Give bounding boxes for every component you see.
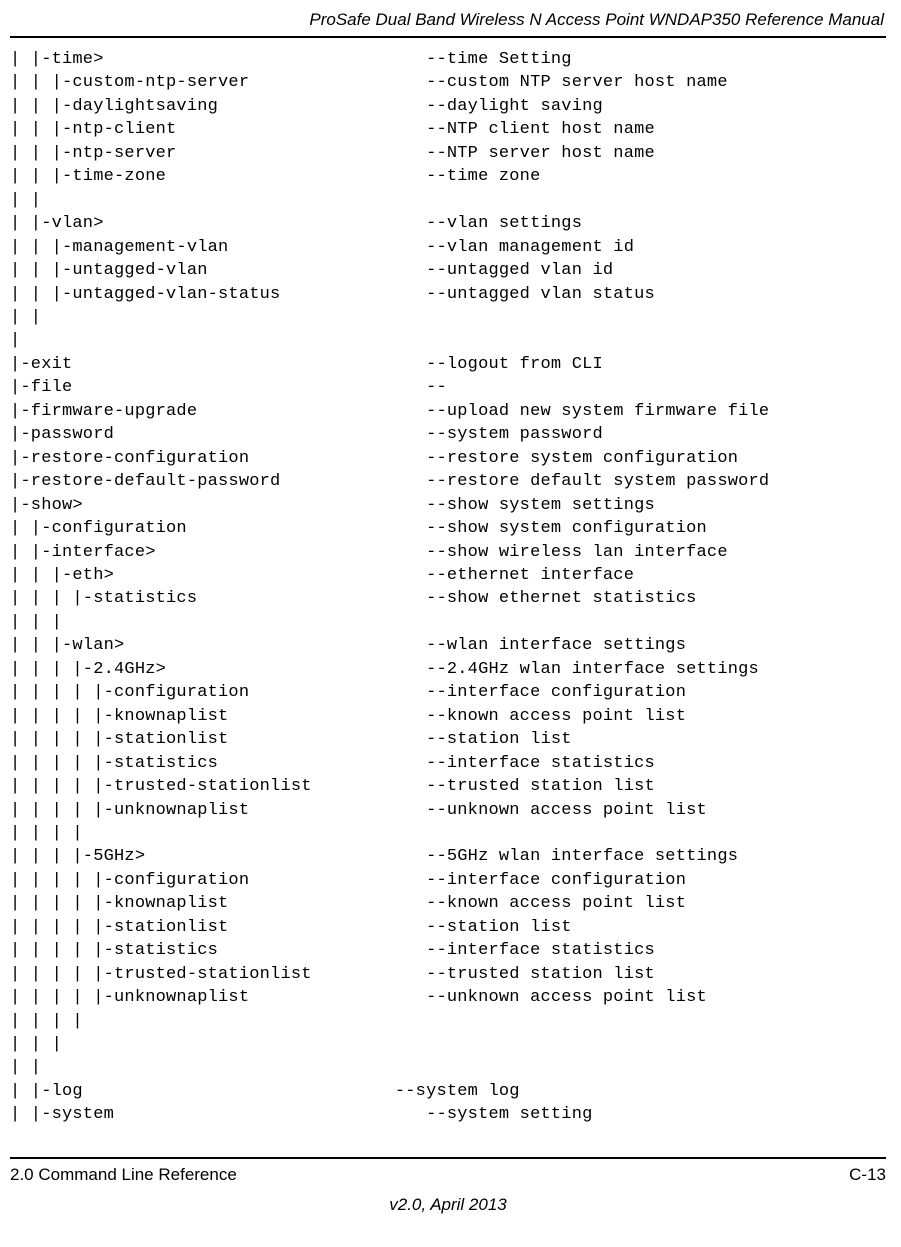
footer-section-title: 2.0 Command Line Reference <box>10 1165 237 1185</box>
page-header-title: ProSafe Dual Band Wireless N Access Poin… <box>10 10 886 36</box>
footer-version: v2.0, April 2013 <box>10 1185 886 1215</box>
header-divider <box>10 36 886 38</box>
page-number: C-13 <box>849 1165 886 1185</box>
cli-tree-output: | |-time> --time Setting | | |-custom-nt… <box>10 48 886 1127</box>
